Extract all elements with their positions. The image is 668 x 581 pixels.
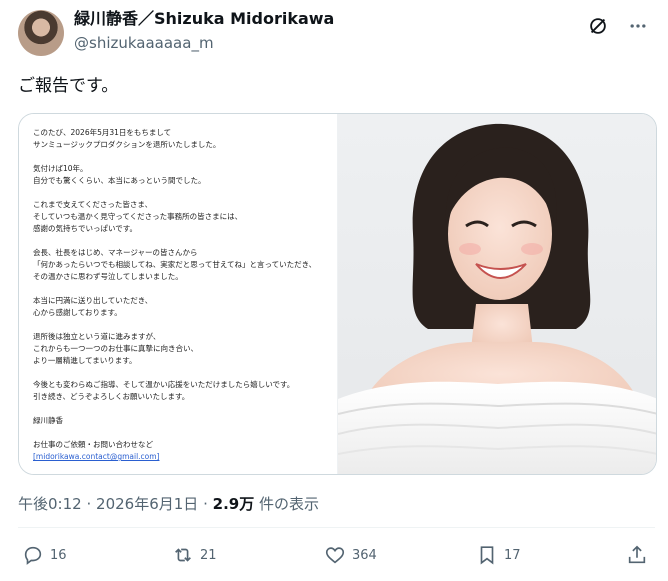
bookmark-icon [480,546,494,565]
document-line: そしていつも温かく見守ってくださった事務所の皆さまには、 [33,212,243,221]
document-line: 自分でも驚くくらい、本当にあっという間でした。 [33,176,206,185]
document-paragraph: 会長、社長をはじめ、マネージャーの皆さんから「何かあったらいつでも相談してね、実… [33,247,329,283]
reply-count: 16 [50,547,67,563]
views-count[interactable]: 2.9万 [213,495,255,513]
document-paragraph: 退所後は独立という道に進みますが、これからも一つ一つのお仕事に真摯に向き合い、よ… [33,331,329,367]
announcement-document-image[interactable]: このたび、2026年5月31日をもちましてサンミュージックプロダクションを退所い… [19,114,338,474]
document-line: 心から感謝しております。 [33,308,122,317]
contact-email: [midorikawa.contact@gmail.com] [33,452,160,461]
meta-separator: · [86,495,92,513]
tweet-media[interactable]: このたび、2026年5月31日をもちましてサンミュージックプロダクションを退所い… [18,113,657,475]
tweet-time[interactable]: 午後0:12 [18,495,82,513]
tweet-date[interactable]: 2026年6月1日 [96,495,198,513]
reply-icon [24,546,42,565]
document-line: より一層精進してまいります。 [33,356,137,365]
tweet-header: 緑川静香／Shizuka Midorikawa @shizukaaaaaa_m [18,8,658,58]
contact-label: お仕事のご依頼・お問い合わせなど [33,440,153,449]
reply-button[interactable]: 16 [22,544,67,566]
share-button[interactable] [626,544,648,566]
like-count: 364 [352,547,377,563]
repost-count: 21 [200,547,217,563]
tweet-metadata: 午後0:12 · 2026年6月1日 · 2.9万 件の表示 [18,493,319,514]
bookmark-count: 17 [504,547,521,563]
document-line: このたび、2026年5月31日をもちまして [33,128,172,137]
document-line: サンミュージックプロダクションを退所いたしました。 [33,140,221,149]
grok-icon[interactable] [586,14,610,38]
views-label: 件の表示 [259,495,320,513]
document-paragraph: 気付けば10年。自分でも驚くくらい、本当にあっという間でした。 [33,163,329,187]
document-paragraph: このたび、2026年5月31日をもちましてサンミュージックプロダクションを退所い… [33,127,329,151]
document-line: これからも一つ一つのお仕事に真摯に向き合い、 [33,344,198,353]
document-line: 緑川静香 [33,416,63,425]
document-paragraph: これまで支えてくださった皆さま、そしていつも温かく見守ってくださった事務所の皆さ… [33,199,329,235]
document-line: 引き続き、どうぞよろしくお願いいたします。 [33,392,190,401]
action-bar: 16 21 364 17 [18,544,655,576]
document-line: 感謝の気持ちでいっぱいです。 [33,224,138,233]
handle[interactable]: @shizukaaaaaa_m [74,32,334,54]
document-line: 「何かあったらいつでも相談してね、実家だと思って甘えてね」と言っていただき、 [33,260,317,269]
document-line: 気付けば10年。 [33,164,88,173]
document-line: これまで支えてくださった皆さま、 [33,200,153,209]
document-text: このたび、2026年5月31日をもちましてサンミュージックプロダクションを退所い… [33,127,329,474]
document-line: 今後とも変わらぬご指導、そして温かい応援をいただけましたら嬉しいです。 [33,380,295,389]
document-line: 退所後は独立という道に進みますが、 [33,332,161,341]
document-paragraph: 本当に円満に送り出していただき、 心から感謝しております。 [33,295,329,319]
display-name[interactable]: 緑川静香／Shizuka Midorikawa [74,8,334,30]
author-block[interactable]: 緑川静香／Shizuka Midorikawa @shizukaaaaaa_m [74,8,334,54]
document-line: 本当に円満に送り出していただき、 [33,296,153,305]
more-icon[interactable] [626,14,650,38]
heart-icon [325,547,345,564]
tweet-text: ご報告です。 [18,76,119,96]
document-paragraph: 緑川静香 [33,415,329,427]
document-line: その温かさに思わず号泣してしまいました。 [33,272,183,281]
share-icon [628,545,646,564]
document-contact: お仕事のご依頼・お問い合わせなど [midorikawa.contact@gmai… [33,439,329,463]
repost-icon [175,548,191,562]
like-button[interactable]: 364 [324,544,377,566]
header-actions [586,14,650,38]
bookmark-button[interactable]: 17 [476,544,521,566]
document-paragraph: 今後とも変わらぬご指導、そして温かい応援をいただけましたら嬉しいです。 引き続き、… [33,379,329,403]
repost-button[interactable]: 21 [172,544,217,566]
meta-separator: · [203,495,208,513]
document-line: 会長、社長をはじめ、マネージャーの皆さんから [33,248,198,257]
portrait-photo[interactable] [338,114,656,474]
avatar[interactable] [18,10,64,56]
divider [18,527,655,528]
